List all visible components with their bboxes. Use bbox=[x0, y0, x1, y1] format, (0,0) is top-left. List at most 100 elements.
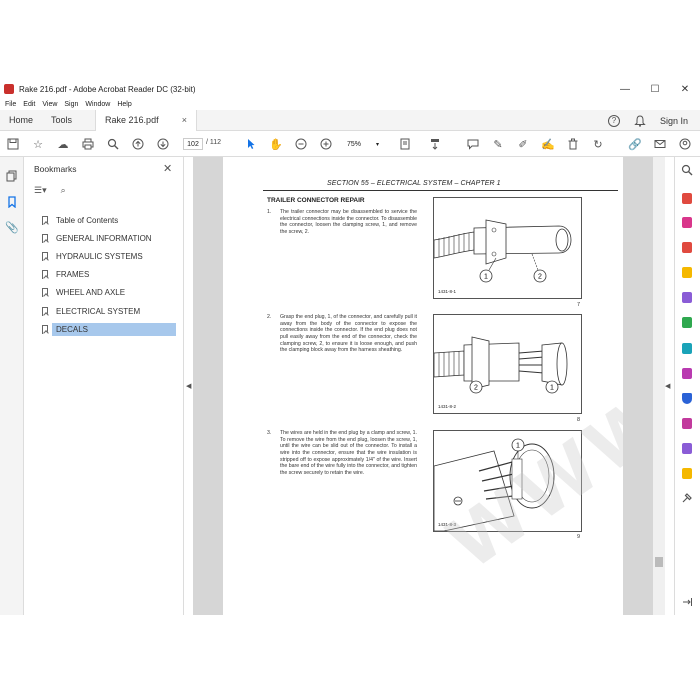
export-pdf-icon[interactable] bbox=[680, 191, 694, 205]
search-icon[interactable] bbox=[106, 137, 120, 151]
bookmark-item[interactable]: WHEEL AND AXLE bbox=[42, 284, 182, 302]
request-signature-icon[interactable] bbox=[680, 441, 694, 455]
figure-number: 8 bbox=[577, 417, 581, 423]
zoom-in-icon[interactable] bbox=[319, 137, 333, 151]
bookmark-icon bbox=[42, 288, 48, 298]
bookmark-item[interactable]: Table of Contents bbox=[42, 211, 182, 229]
page-number-input[interactable]: 102 bbox=[183, 138, 203, 150]
bookmark-item[interactable]: GENERAL INFORMATION bbox=[42, 229, 182, 247]
enhance-scans-icon[interactable] bbox=[680, 341, 694, 355]
bookmarks-close-icon[interactable]: ✕ bbox=[163, 162, 172, 175]
edit-pdf-icon[interactable] bbox=[680, 215, 694, 229]
select-cursor-icon[interactable] bbox=[244, 137, 258, 151]
bookmarks-icon[interactable] bbox=[5, 195, 19, 209]
delete-icon[interactable] bbox=[566, 137, 580, 151]
callout-2: 2 bbox=[474, 385, 478, 392]
zoom-out-icon[interactable] bbox=[294, 137, 308, 151]
vertical-scrollbar[interactable] bbox=[653, 157, 665, 615]
tab-home[interactable]: Home bbox=[0, 110, 42, 131]
send-review-icon[interactable] bbox=[680, 416, 694, 430]
bookmark-icon bbox=[42, 233, 48, 243]
scroll-mode-icon[interactable] bbox=[428, 137, 442, 151]
next-page-icon[interactable] bbox=[156, 137, 170, 151]
callout-1: 1 bbox=[550, 385, 554, 392]
callout-1: 1 bbox=[516, 443, 520, 450]
bell-icon[interactable] bbox=[634, 114, 646, 127]
acrobat-icon bbox=[4, 84, 14, 94]
collapse-tools-icon[interactable] bbox=[680, 595, 694, 609]
step-3: 3. The wires are held in the end plug by… bbox=[267, 430, 417, 476]
protect-icon[interactable] bbox=[680, 391, 694, 405]
collapse-right-panel-icon[interactable]: ◀ bbox=[665, 382, 670, 390]
save-icon[interactable] bbox=[6, 137, 20, 151]
attachments-icon[interactable]: 📎 bbox=[5, 220, 19, 234]
fill-sign-tool-icon[interactable] bbox=[680, 366, 694, 380]
help-icon[interactable]: ? bbox=[607, 114, 620, 127]
menu-sign[interactable]: Sign bbox=[64, 101, 78, 108]
collapse-left-panel-icon[interactable]: ◀ bbox=[186, 382, 191, 390]
title-bar: Rake 216.pdf - Adobe Acrobat Reader DC (… bbox=[0, 80, 700, 98]
menu-view[interactable]: View bbox=[42, 101, 57, 108]
share-link-icon[interactable]: 🔗 bbox=[628, 137, 642, 151]
bookmark-search-icon[interactable]: ⌕ bbox=[61, 185, 66, 196]
minimize-button[interactable]: — bbox=[610, 80, 640, 98]
page-total: / 112 bbox=[206, 139, 222, 146]
create-pdf-icon[interactable] bbox=[680, 240, 694, 254]
combine-files-icon[interactable] bbox=[680, 290, 694, 304]
doc-heading: TRAILER CONNECTOR REPAIR bbox=[267, 197, 365, 204]
account-icon[interactable] bbox=[678, 137, 692, 151]
star-icon[interactable]: ☆ bbox=[31, 137, 45, 151]
maximize-button[interactable]: ☐ bbox=[640, 80, 670, 98]
email-icon[interactable] bbox=[653, 137, 667, 151]
bookmark-item[interactable]: HYDRAULIC SYSTEMS bbox=[42, 247, 182, 265]
bookmarks-tools: ☰▾ ⌕ bbox=[34, 185, 66, 196]
organize-pages-icon[interactable] bbox=[680, 315, 694, 329]
page-thumbnails-icon[interactable] bbox=[5, 169, 19, 183]
comment-icon[interactable] bbox=[466, 137, 480, 151]
menu-file[interactable]: File bbox=[5, 101, 16, 108]
bookmark-item-selected[interactable]: DECALS bbox=[42, 320, 182, 338]
bookmark-icon bbox=[42, 270, 48, 280]
hand-tool-icon[interactable]: ✋ bbox=[269, 137, 283, 151]
step-2: 2. Grasp the end plug, 1, of the connect… bbox=[267, 314, 417, 354]
bookmark-item[interactable]: FRAMES bbox=[42, 266, 182, 284]
connector-illustration-1: 1 2 bbox=[433, 219, 572, 283]
fill-sign-icon[interactable]: ✍ bbox=[541, 137, 555, 151]
left-rail: 📎 bbox=[0, 157, 24, 615]
bookmark-item[interactable]: ELECTRICAL SYSTEM bbox=[42, 302, 182, 320]
close-button[interactable]: ✕ bbox=[670, 80, 700, 98]
page-fit-icon[interactable] bbox=[398, 137, 412, 151]
more-tools-icon[interactable] bbox=[680, 491, 694, 505]
bookmark-options-icon[interactable]: ☰▾ bbox=[34, 185, 47, 196]
document-viewport[interactable]: SECTION 55 – ELECTRICAL SYSTEM – CHAPTER… bbox=[193, 157, 653, 615]
figure-code: 1431-8-3 bbox=[438, 522, 457, 527]
zoom-value: 75% bbox=[347, 140, 362, 148]
tab-close-icon[interactable]: × bbox=[182, 115, 187, 125]
sign-in-button[interactable]: Sign In bbox=[660, 116, 688, 126]
menu-window[interactable]: Window bbox=[85, 101, 110, 108]
figure-3: 1 1431-8-3 bbox=[433, 430, 582, 532]
figure-code: 1431-8-1 bbox=[438, 289, 457, 294]
highlight-icon[interactable]: ✎ bbox=[491, 137, 505, 151]
bookmark-icon bbox=[42, 306, 48, 316]
tab-document[interactable]: Rake 216.pdf × bbox=[95, 109, 198, 131]
menu-edit[interactable]: Edit bbox=[23, 101, 35, 108]
scroll-thumb[interactable] bbox=[655, 557, 663, 567]
connector-illustration-2: 2 1 bbox=[433, 336, 568, 394]
prev-page-icon[interactable] bbox=[131, 137, 145, 151]
menu-help[interactable]: Help bbox=[117, 101, 131, 108]
tabbar-right: ? Sign In bbox=[607, 110, 688, 131]
draw-icon[interactable]: ✐ bbox=[516, 137, 530, 151]
callout-1: 1 bbox=[484, 274, 488, 281]
connector-illustration-3: 1 bbox=[433, 438, 555, 532]
zoom-select[interactable]: 75% ▾ bbox=[343, 138, 383, 150]
section-header: SECTION 55 – ELECTRICAL SYSTEM – CHAPTER… bbox=[327, 180, 501, 187]
upload-icon[interactable]: ☁ bbox=[56, 137, 70, 151]
comment-tool-icon[interactable] bbox=[680, 265, 694, 279]
search-tools-icon[interactable] bbox=[680, 163, 694, 177]
print-icon[interactable] bbox=[81, 137, 95, 151]
prepare-form-icon[interactable] bbox=[680, 466, 694, 480]
rotate-icon[interactable]: ↻ bbox=[591, 137, 605, 151]
tab-tools[interactable]: Tools bbox=[42, 110, 81, 131]
toolbar: ☆ ☁ 102 / 112 ✋ 75% ▾ ✎ ✐ ✍ ↻ 🔗 bbox=[0, 131, 700, 157]
